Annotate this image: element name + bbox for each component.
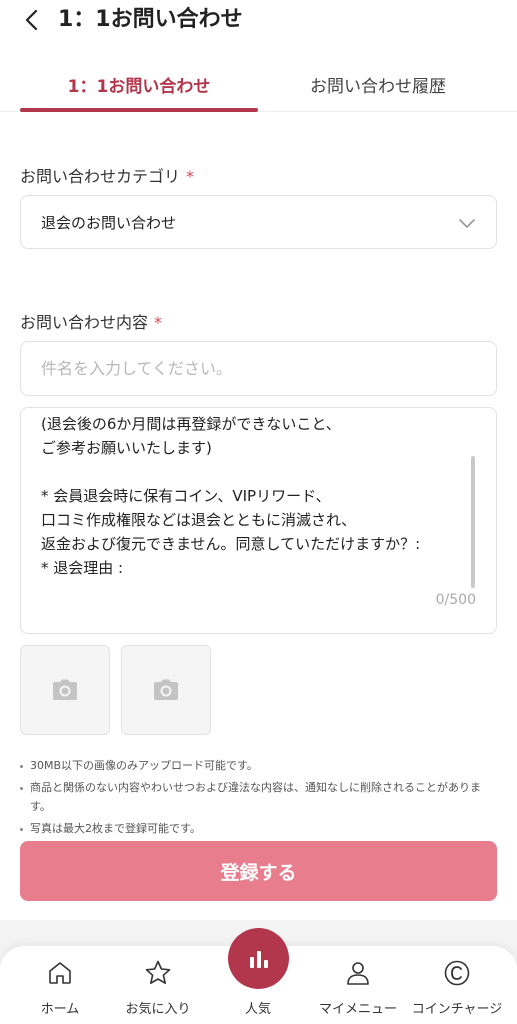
content-body-text: (退会後の6か月間は再登録ができないこと、 ご参考お願いいたします) * 会員退… [41,415,421,577]
bar-chart-icon [249,950,268,968]
note-item: 写真は最大2枚まで登録可能です。 [20,819,497,838]
required-mark: * [186,167,195,186]
category-select[interactable]: 退会のお問い合わせ [20,195,497,249]
nav-label: お気に入り [125,1002,191,1017]
camera-icon [154,679,178,700]
photo-upload-slot[interactable] [121,645,211,735]
header: 1：1お問い合わせ [0,0,517,40]
content-label: お問い合わせ内容 * [20,309,162,333]
content-textarea[interactable]: (退会後の6か月間は再登録ができないこと、 ご参考お願いいたします) * 会員退… [20,407,497,634]
submit-button[interactable]: 登録する [20,841,497,901]
tab-inquiry-history[interactable]: お問い合わせ履歴 [258,56,498,112]
note-item: 30MB以下の画像のみアップロード可能です。 [20,756,497,775]
nav-label: 人気 [244,1002,271,1017]
category-selected-value: 退会のお問い合わせ [41,213,177,232]
note-item: 商品と関係のない内容やわいせつおよび違法な内容は、通知なしに削除されることがあり… [20,778,497,816]
home-icon [45,958,75,988]
required-mark: * [154,313,163,332]
tab-bar: 1：1お問い合わせ お問い合わせ履歴 [0,56,517,112]
page-title: 1：1お問い合わせ [58,7,243,32]
person-icon [343,958,373,988]
category-label: お問い合わせカテゴリ * [20,163,194,187]
photo-upload-slot[interactable] [20,645,110,735]
content-label-text: お問い合わせ内容 [20,313,149,332]
nav-coin-charge[interactable]: コインチャージ [407,958,507,1020]
category-label-text: お問い合わせカテゴリ [20,167,181,186]
nav-label: マイメニュー [318,1002,397,1017]
character-counter: 0/500 [435,592,476,608]
nav-my-menu[interactable]: マイメニュー [308,958,408,1020]
back-button[interactable] [24,6,44,34]
chevron-left-icon [25,9,38,31]
chevron-down-icon [459,219,475,228]
tab-inquiry[interactable]: 1：1お問い合わせ [20,56,258,112]
coin-icon [442,958,472,988]
nav-label: ホーム [40,1002,80,1017]
star-icon [143,958,173,988]
nav-popular[interactable] [228,928,289,989]
nav-label: コインチャージ [411,1002,503,1017]
subject-input[interactable] [20,341,497,396]
upload-notes: 30MB以下の画像のみアップロード可能です。 商品と関係のない内容やわいせつおよ… [20,756,497,838]
active-tab-indicator [20,108,258,112]
nav-favorites[interactable]: お気に入り [108,958,208,1020]
scrollbar[interactable] [471,456,475,588]
camera-icon [53,679,77,700]
nav-home[interactable]: ホーム [10,958,110,1020]
